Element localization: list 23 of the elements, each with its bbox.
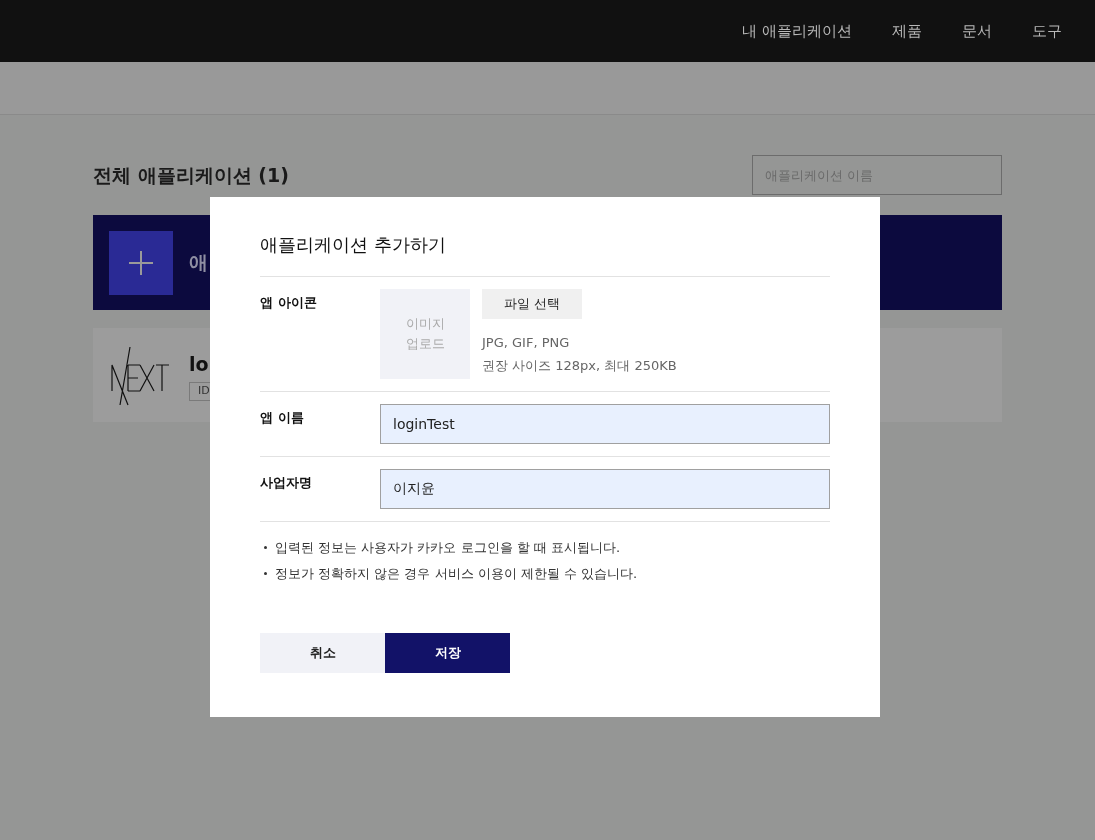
file-hint: 권장 사이즈 128px, 최대 250KB (482, 357, 677, 375)
field-label: 앱 아이콘 (260, 294, 318, 312)
text-field[interactable]: loginTest (380, 404, 830, 444)
note-text: 입력된 정보는 사용자가 카카오 로그인을 할 때 표시됩니다. (275, 539, 621, 557)
page-title: 전체 애플리케이션 (1) (93, 162, 289, 188)
save-button[interactable]: 저장 (385, 633, 510, 673)
banner-label: 애 (189, 250, 208, 276)
bullet-icon (264, 546, 267, 550)
text-field[interactable]: 이지윤 (380, 469, 830, 509)
app-name: lo (189, 351, 210, 377)
nav-link[interactable]: 문서 (962, 19, 992, 43)
file-select-button[interactable]: 파일 선택 (482, 289, 582, 319)
nav-link[interactable]: 도구 (1032, 19, 1062, 43)
plus-icon (109, 230, 173, 295)
file-hint: JPG, GIF, PNG (482, 334, 571, 352)
nav-link[interactable]: 제품 (892, 19, 922, 43)
bullet-icon (264, 571, 267, 575)
field-label: 앱 이름 (260, 409, 305, 427)
field-label: 사업자명 (260, 474, 313, 492)
dialog-title: 애플리케이션 추가하기 (260, 231, 830, 277)
cancel-button[interactable]: 취소 (260, 633, 385, 673)
note-text: 정보가 정확하지 않은 경우 서비스 이용이 제한될 수 있습니다. (275, 564, 638, 583)
nav-link[interactable]: 내 애플리케이션 (742, 19, 852, 43)
